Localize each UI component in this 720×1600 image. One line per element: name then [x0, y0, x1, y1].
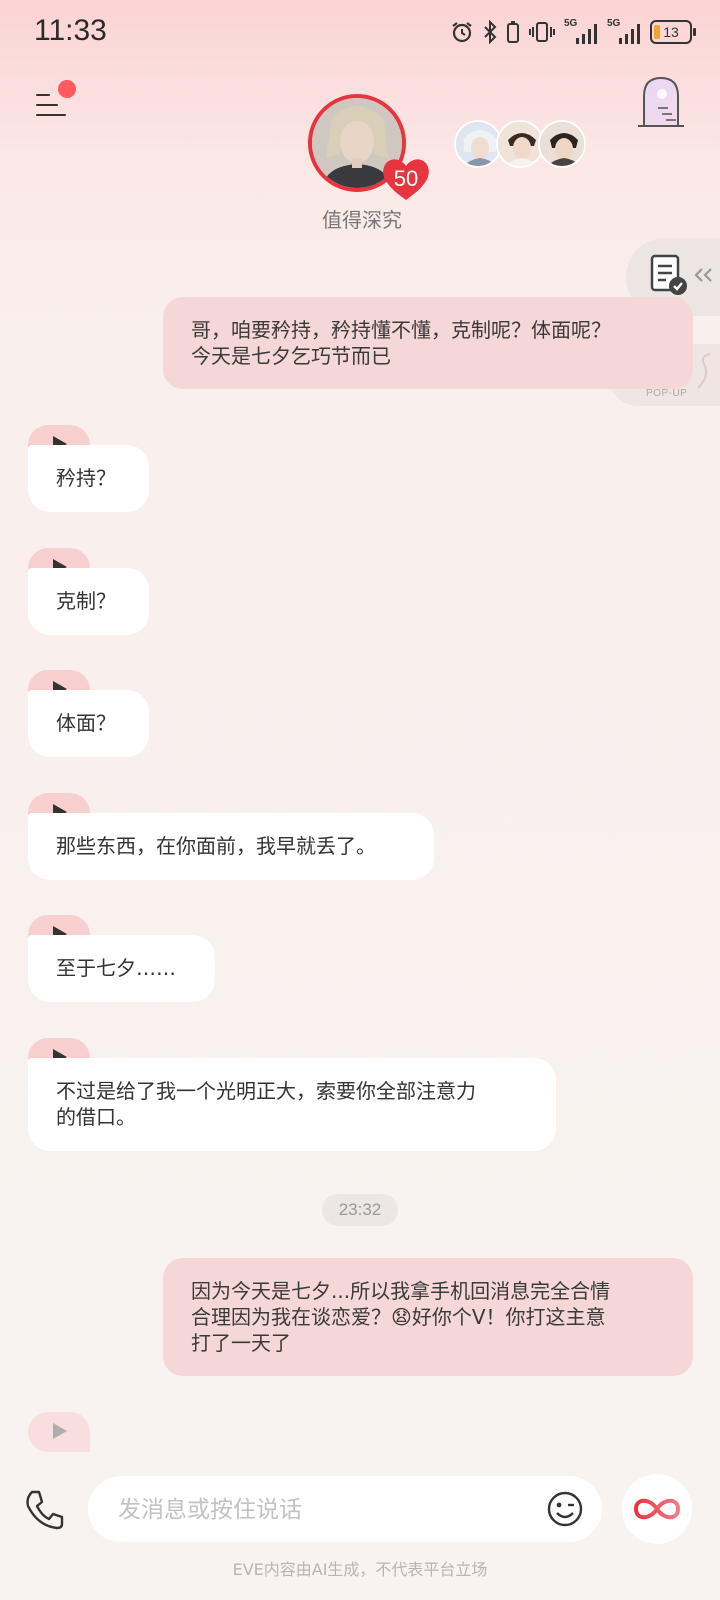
- message-text: 克制？: [56, 589, 116, 613]
- swirl-decoration: [697, 353, 711, 389]
- status-time: 11:33: [34, 14, 107, 47]
- battery-text: 13: [663, 24, 679, 40]
- play-voice-button[interactable]: [28, 1412, 90, 1452]
- message-bubble: 体面？: [28, 690, 149, 757]
- message-text: 因为今天是七夕...所以我拿手机回消息完全合情 合理因为我在谈恋爱？😧好你个V！…: [191, 1279, 611, 1355]
- other-characters[interactable]: [454, 120, 594, 170]
- menu-line: [36, 94, 50, 96]
- character-avatar-small[interactable]: [496, 120, 544, 168]
- message-text: 至于七夕……: [56, 956, 176, 980]
- message-bubble: 矜持？: [28, 445, 149, 512]
- timestamp-divider: 23:32: [322, 1194, 398, 1226]
- ai-mode-button[interactable]: [622, 1474, 692, 1544]
- message-input[interactable]: [116, 1476, 520, 1544]
- message-text: 不过是给了我一个光明正大，索要你全部注意力 的借口。: [56, 1079, 476, 1129]
- signal-1: 5G: [564, 18, 598, 44]
- battery-indicator: 13: [650, 20, 696, 44]
- menu-line: [36, 114, 66, 116]
- infinity-icon: [633, 1498, 681, 1520]
- message-bubble: 那些东西，在你面前，我早就丢了。: [28, 813, 434, 880]
- bluetooth-icon: [484, 20, 497, 44]
- door-icon[interactable]: [636, 74, 686, 130]
- character-avatar-small[interactable]: [538, 120, 586, 168]
- menu-line: [36, 104, 58, 106]
- affinity-heart-badge: 50: [380, 156, 432, 202]
- emoji-button[interactable]: [546, 1490, 584, 1528]
- chevron-left-double-icon: [694, 268, 712, 282]
- character-avatar-small[interactable]: [454, 120, 502, 168]
- document-check-icon: [650, 254, 687, 295]
- ai-disclaimer: EVE内容由AI生成，不代表平台立场: [232, 1560, 488, 1579]
- alarm-icon: [452, 22, 472, 43]
- message-text: 体面？: [56, 711, 116, 735]
- signal-bars-icon: [619, 24, 640, 44]
- message-bubble: 不过是给了我一个光明正大，索要你全部注意力 的借口。: [28, 1058, 556, 1151]
- character-name: 值得深究: [322, 208, 402, 232]
- signal-bars-icon: [576, 24, 597, 44]
- message-text: 那些东西，在你面前，我早就丢了。: [56, 834, 376, 858]
- phone-call-button[interactable]: [22, 1488, 66, 1532]
- status-bar: 11:33 5G 5G 13: [0, 0, 720, 66]
- message-text: 矜持？: [56, 466, 116, 490]
- notification-dot: [58, 80, 76, 98]
- battery-level: [654, 25, 660, 39]
- user-message[interactable]: 因为今天是七夕...所以我拿手机回消息完全合情 合理因为我在谈恋爱？😧好你个V！…: [163, 1258, 693, 1376]
- signal-2: 5G: [607, 18, 641, 44]
- phone-icon: [26, 1490, 64, 1530]
- message-bubble: 至于七夕……: [28, 935, 215, 1002]
- message-input-bar[interactable]: [88, 1476, 602, 1544]
- vibrate-icon: [529, 22, 555, 42]
- battery-saver-icon: [507, 21, 519, 43]
- message-text: 哥，咱要矜持，矜持懂不懂，克制呢？体面呢？ 今天是七夕乞巧节而已: [191, 318, 611, 368]
- status-icons: 5G 5G 13: [450, 18, 696, 44]
- emoji-wink-icon: [547, 1491, 583, 1527]
- popup-subtitle: POP-UP: [646, 388, 688, 399]
- play-icon: [53, 1423, 67, 1439]
- user-message[interactable]: 哥，咱要矜持，矜持懂不懂，克制呢？体面呢？ 今天是七夕乞巧节而已: [163, 297, 693, 389]
- affinity-score: 50: [393, 166, 419, 191]
- message-bubble: 克制？: [28, 568, 149, 635]
